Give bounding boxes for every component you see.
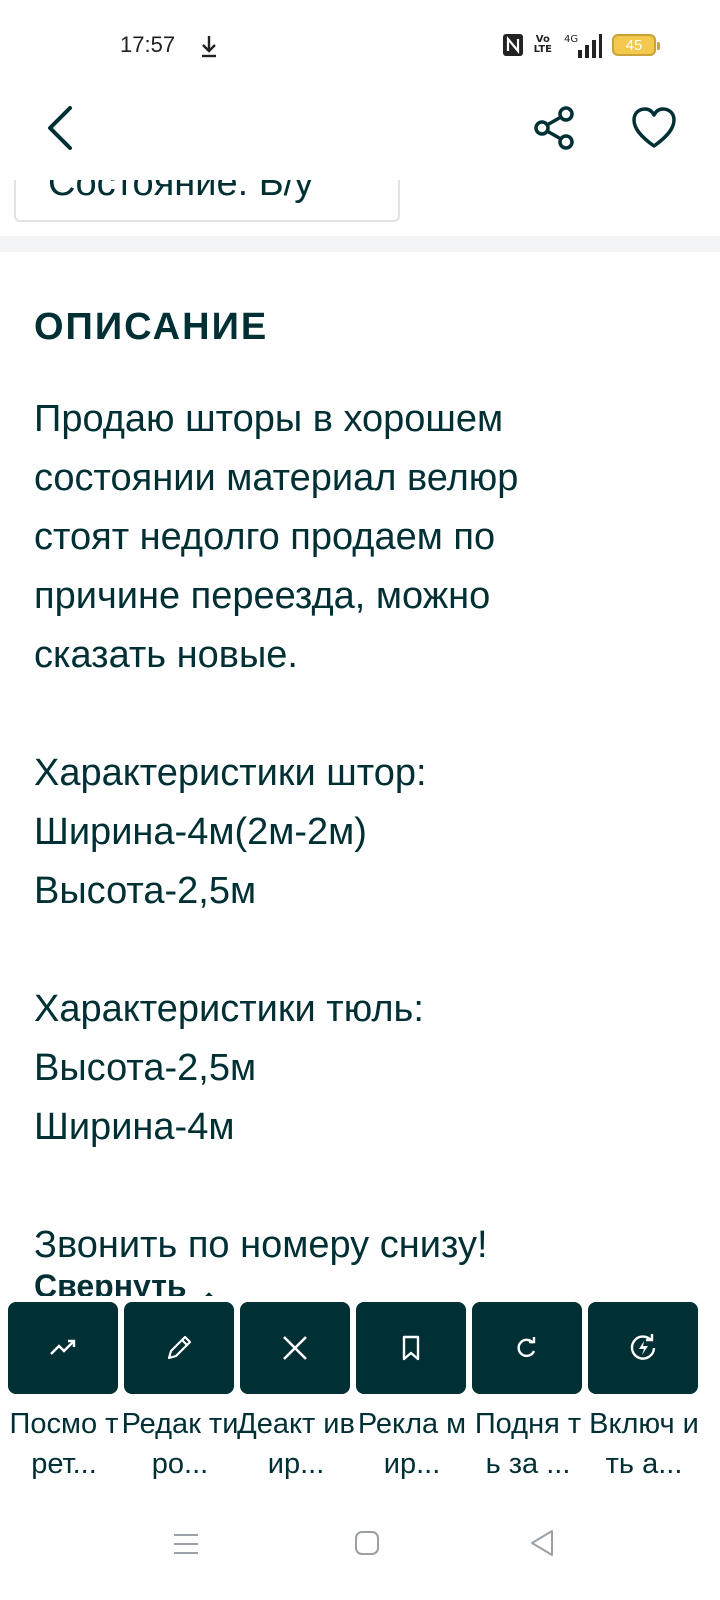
volte-bottom: LTE — [533, 44, 552, 55]
parameter-chip-condition: Состояние: Б/у — [14, 180, 400, 222]
action-auto-renew[interactable]: Включ ить а... — [588, 1302, 700, 1484]
nfc-icon — [502, 34, 523, 56]
description-paragraph: Звонить по номеру снизу! — [34, 1224, 488, 1266]
action-label: Включ ить а... — [589, 1408, 699, 1480]
volte-indicator: Vo LTE — [534, 35, 552, 55]
chevron-left-icon[interactable] — [38, 102, 86, 154]
trend-up-icon — [50, 1339, 76, 1355]
description-paragraph: Продаю шторы в хорошем состоянии материа… — [34, 398, 519, 676]
action-label: Посмо трет... — [9, 1408, 119, 1480]
deactivate-button[interactable] — [240, 1302, 350, 1394]
heart-icon[interactable] — [630, 104, 678, 152]
download-icon — [202, 36, 216, 58]
system-navigation-bar — [0, 1500, 720, 1600]
promote-button[interactable] — [356, 1302, 466, 1394]
bookmark-icon — [402, 1335, 420, 1361]
back-triangle-icon[interactable] — [528, 1528, 556, 1558]
action-edit[interactable]: Редак тиро... — [121, 1302, 239, 1484]
action-views[interactable]: Посмо трет... — [8, 1302, 120, 1484]
auto-renew-icon — [630, 1334, 656, 1360]
action-label: Деакт ивир... — [237, 1408, 355, 1480]
battery-icon: 45 — [612, 34, 660, 56]
status-time: 17:57 — [120, 32, 176, 57]
action-deactivate[interactable]: Деакт ивир... — [237, 1302, 355, 1484]
status-bar: 17:57 Vo LTE 4G 45 — [0, 0, 720, 90]
refresh-icon — [517, 1337, 536, 1358]
action-bump[interactable]: Подня ть за ... — [472, 1302, 584, 1484]
bump-button[interactable] — [472, 1302, 582, 1394]
status-icons: Vo LTE 4G 45 — [502, 32, 660, 58]
share-icon[interactable] — [530, 104, 578, 152]
pencil-icon — [167, 1335, 192, 1360]
auto-renew-button[interactable] — [588, 1302, 698, 1394]
description-body: Продаю шторы в хорошем состоянии материа… — [34, 390, 694, 1275]
condition-text: Состояние: Б/у — [48, 180, 314, 204]
home-icon[interactable] — [354, 1530, 380, 1556]
network-type: 4G — [564, 34, 578, 45]
section-divider — [0, 236, 720, 252]
battery-level: 45 — [625, 36, 643, 54]
description-paragraph: Характеристики штор: Ширина-4м(2м-2м) Вы… — [34, 752, 427, 912]
description-title: ОПИСАНИЕ — [34, 306, 269, 348]
ad-actions-bar: Посмо трет... Редак тиро... Деакт ивир..… — [0, 1296, 720, 1486]
action-label: Редак тиро... — [121, 1408, 239, 1480]
signal-icon: 4G — [564, 34, 602, 58]
edit-button[interactable] — [124, 1302, 234, 1394]
description-paragraph: Характеристики тюль: Высота-2,5м Ширина-… — [34, 988, 424, 1148]
action-label: Подня ть за ... — [474, 1408, 582, 1480]
action-promote[interactable]: Рекла мир... — [356, 1302, 468, 1484]
top-navigation — [0, 90, 720, 170]
menu-icon[interactable] — [172, 1530, 200, 1558]
action-label: Рекла мир... — [357, 1408, 467, 1480]
close-icon — [283, 1336, 307, 1360]
views-button[interactable] — [8, 1302, 118, 1394]
